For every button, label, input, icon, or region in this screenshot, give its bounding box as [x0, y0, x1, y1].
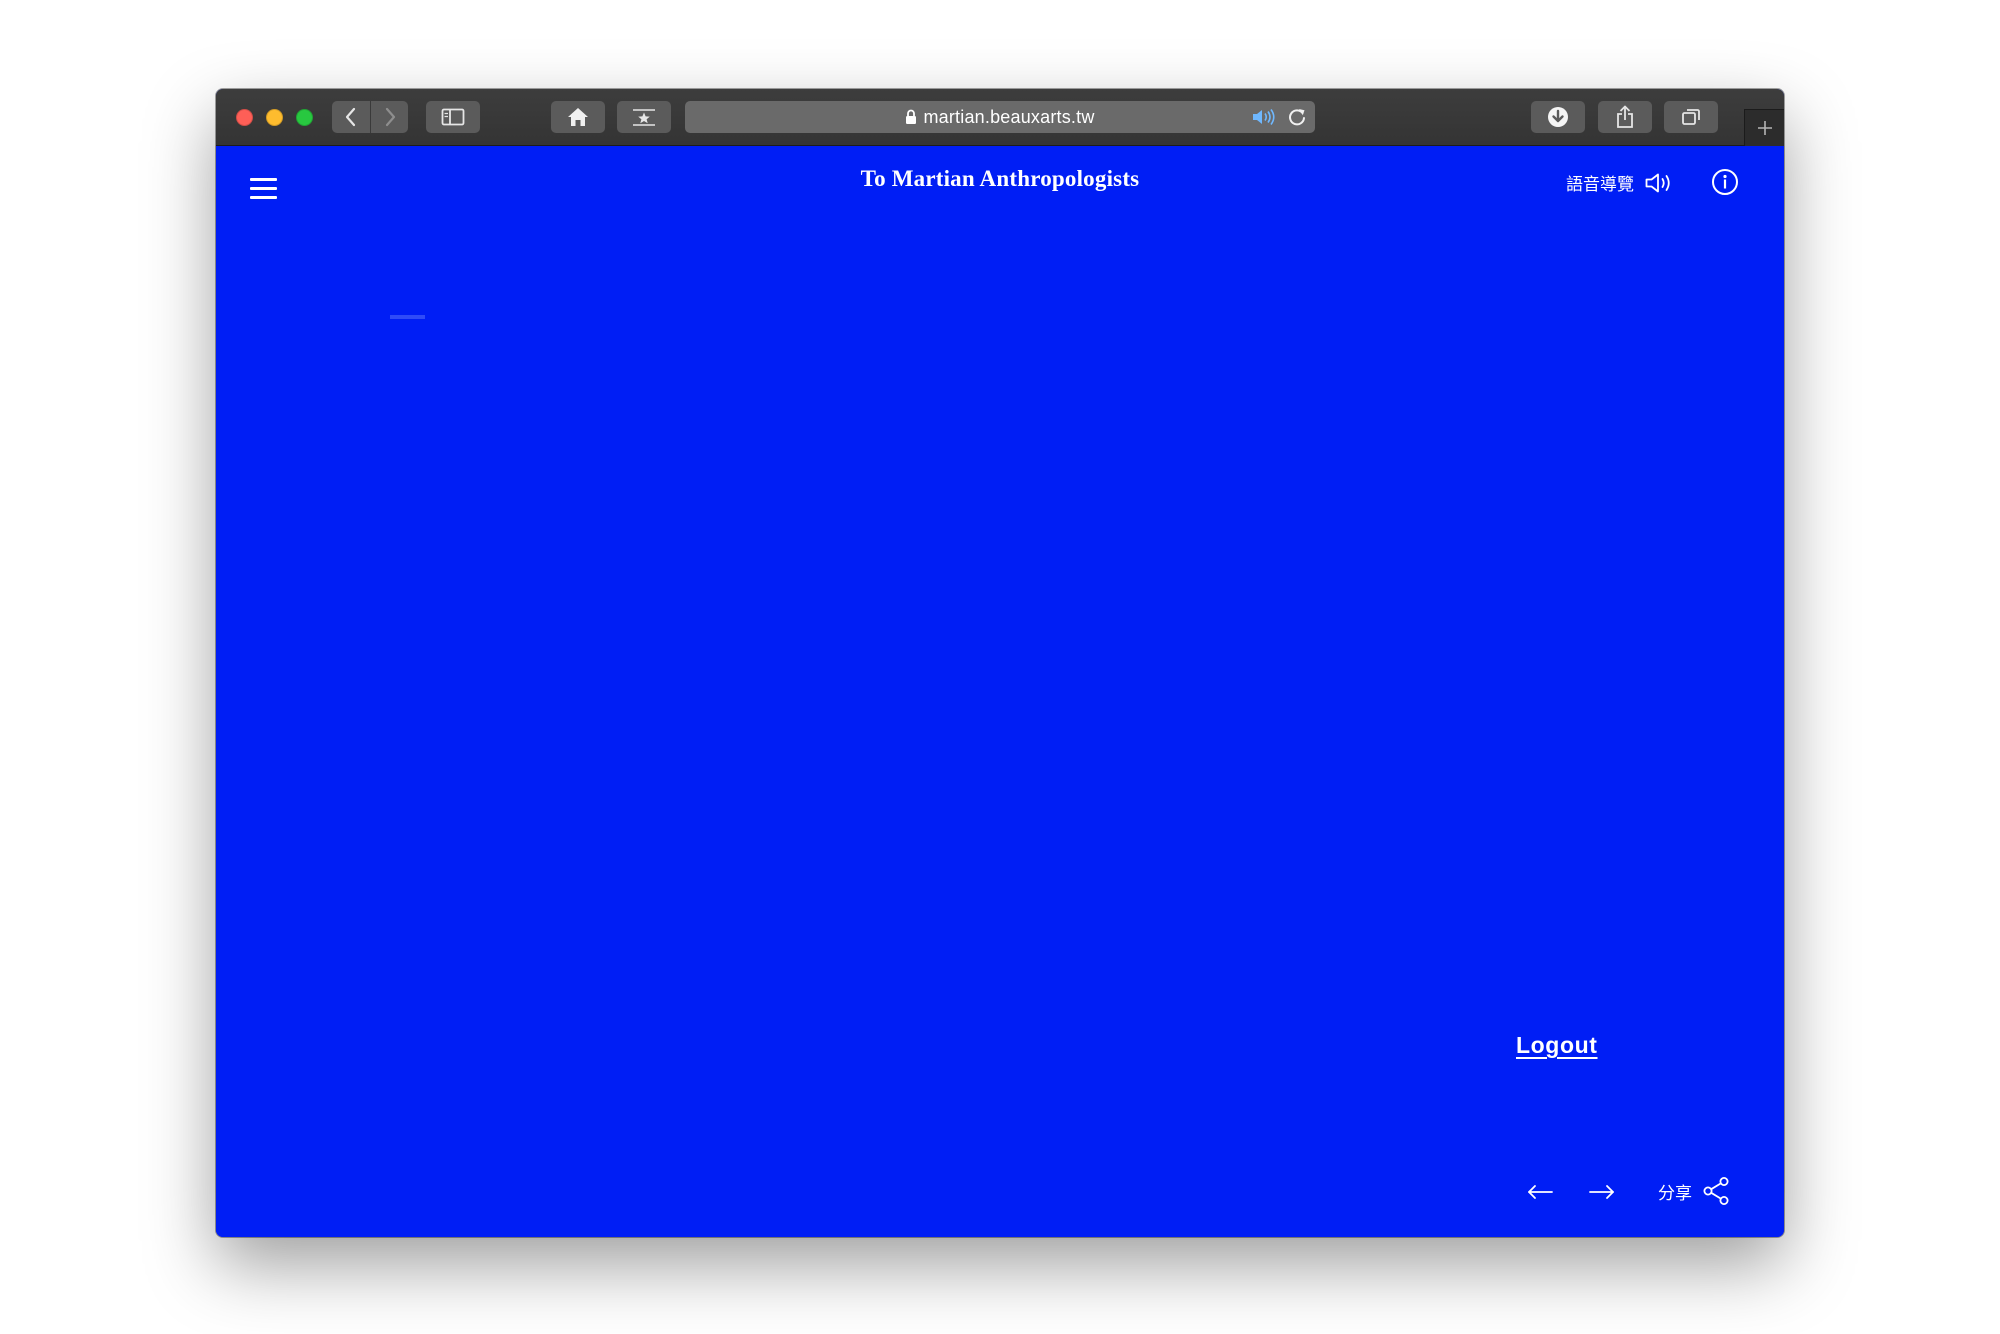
arrow-right-icon: [1589, 1185, 1614, 1199]
share-page-button[interactable]: 分享: [1658, 1176, 1730, 1206]
lock-icon: [906, 109, 917, 124]
browser-window: martian.beauxarts.tw To Martian Anthropo…: [216, 89, 1784, 1237]
plus-icon: [1757, 121, 1772, 135]
audio-guide-label: 語音導覽: [1566, 175, 1634, 195]
previous-button[interactable]: [1525, 1182, 1555, 1202]
back-button[interactable]: [332, 101, 370, 133]
share-label: 分享: [1658, 1183, 1692, 1204]
info-button[interactable]: [1711, 168, 1739, 196]
menu-bar-line: [250, 196, 277, 199]
new-tab-button[interactable]: [1744, 109, 1784, 146]
chevron-right-icon: [385, 107, 395, 127]
page-content: To Martian Anthropologists 語音導覽 Logout 分…: [216, 146, 1784, 1237]
url-text: martian.beauxarts.tw: [923, 106, 1095, 127]
tabs-overview-icon: [1682, 109, 1700, 125]
download-icon: [1548, 107, 1568, 127]
sidebar-icon: [441, 108, 465, 126]
bookmark-button[interactable]: [617, 101, 671, 133]
home-button[interactable]: [551, 101, 605, 133]
speaker-icon: [1645, 173, 1670, 192]
close-window-button[interactable]: [236, 109, 253, 126]
browser-toolbar: martian.beauxarts.tw: [216, 89, 1784, 146]
download-button[interactable]: [1531, 101, 1585, 133]
share-nodes-icon: [1703, 1177, 1729, 1205]
info-icon: [1712, 169, 1738, 195]
star-bookmark-icon: [633, 109, 655, 126]
minimize-window-button[interactable]: [266, 109, 283, 126]
share-button[interactable]: [1598, 101, 1652, 133]
site-title[interactable]: To Martian Anthropologists: [216, 166, 1784, 192]
forward-button[interactable]: [370, 101, 408, 133]
chevron-left-icon: [345, 107, 356, 127]
tabs-overview-button[interactable]: [1664, 101, 1718, 133]
loading-dash: [390, 315, 425, 319]
next-button[interactable]: [1587, 1182, 1617, 1202]
back-forward-group: [332, 101, 408, 133]
sidebar-button[interactable]: [426, 101, 480, 133]
logout-link[interactable]: Logout: [1516, 1032, 1598, 1059]
audio-guide-button[interactable]: 語音導覽: [1566, 170, 1674, 195]
reload-icon[interactable]: [1287, 107, 1307, 127]
arrow-left-icon: [1528, 1185, 1553, 1199]
address-bar[interactable]: martian.beauxarts.tw: [685, 101, 1315, 133]
home-icon: [568, 108, 588, 126]
maximize-window-button[interactable]: [296, 109, 313, 126]
share-icon: [1617, 105, 1633, 128]
speaker-icon[interactable]: [1251, 107, 1277, 127]
